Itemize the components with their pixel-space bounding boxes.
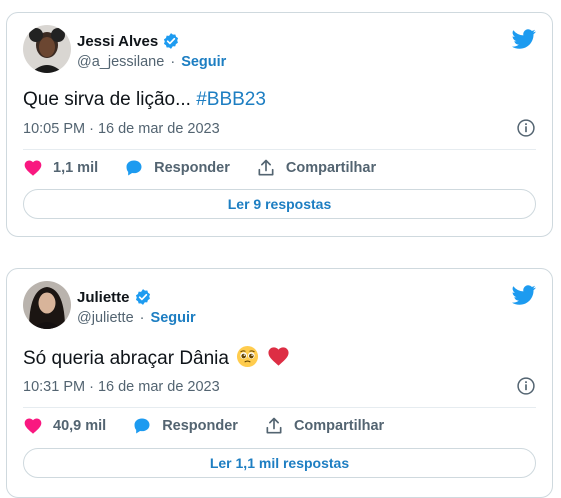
verified-badge-icon bbox=[135, 289, 150, 305]
tweet-text: Que sirva de lição... #BBB23 bbox=[23, 88, 266, 112]
read-replies-button[interactable]: Ler 9 respostas bbox=[23, 189, 536, 219]
share-label: Compartilhar bbox=[293, 418, 385, 434]
share-label: Compartilhar bbox=[285, 160, 377, 176]
share-button[interactable]: Compartilhar bbox=[264, 416, 384, 436]
tweet-actions: 40,9 mil Responder Compartilhar bbox=[23, 416, 410, 436]
heart-icon bbox=[24, 160, 42, 176]
avatar[interactable] bbox=[23, 25, 71, 73]
hashtag-link[interactable]: #BBB23 bbox=[196, 89, 266, 110]
avatar[interactable] bbox=[23, 281, 71, 329]
like-button[interactable]: 1,1 mil bbox=[23, 158, 98, 178]
speech-bubble-icon bbox=[126, 160, 142, 176]
author-info: Juliette @juliette · Seguir bbox=[77, 288, 196, 327]
separator: · bbox=[170, 54, 176, 70]
tweet-text-body: Que sirva de lição... bbox=[23, 89, 191, 110]
share-upload-icon bbox=[258, 159, 274, 176]
author-handle[interactable]: @juliette bbox=[77, 310, 134, 326]
heart-icon bbox=[24, 418, 42, 434]
author-name[interactable]: Jessi Alves bbox=[77, 33, 158, 50]
tweet-text-body: Só queria abraçar Dânia bbox=[23, 348, 229, 369]
speech-bubble-icon bbox=[134, 418, 150, 434]
verified-badge-icon bbox=[164, 33, 179, 49]
share-button[interactable]: Compartilhar bbox=[256, 158, 376, 178]
separator: · bbox=[139, 310, 145, 326]
follow-link[interactable]: Seguir bbox=[151, 310, 196, 326]
divider bbox=[23, 407, 536, 408]
twitter-bird-icon[interactable] bbox=[512, 283, 536, 307]
twitter-bird-icon[interactable] bbox=[512, 27, 536, 51]
like-count: 40,9 mil bbox=[53, 418, 107, 434]
divider bbox=[23, 149, 536, 150]
info-icon[interactable] bbox=[516, 118, 536, 138]
follow-link[interactable]: Seguir bbox=[181, 54, 226, 70]
reply-button[interactable]: Responder bbox=[124, 158, 230, 178]
tweet-text: Só queria abraçar Dânia bbox=[23, 345, 290, 371]
like-count: 1,1 mil bbox=[53, 160, 99, 176]
reply-button[interactable]: Responder bbox=[132, 416, 238, 436]
tweet-timestamp[interactable]: 10:05 PM · 16 de mar de 2023 bbox=[23, 121, 220, 137]
reply-label: Responder bbox=[162, 418, 238, 434]
red-heart-emoji-icon bbox=[267, 347, 289, 366]
author-name[interactable]: Juliette bbox=[77, 289, 130, 306]
author-info: Jessi Alves @a_jessilane · Seguir bbox=[77, 32, 226, 71]
like-button[interactable]: 40,9 mil bbox=[23, 416, 106, 436]
reply-label: Responder bbox=[154, 160, 230, 176]
pleading-face-emoji-icon bbox=[237, 345, 259, 368]
tweet-timestamp[interactable]: 10:31 PM · 16 de mar de 2023 bbox=[23, 379, 220, 395]
share-upload-icon bbox=[266, 417, 282, 434]
info-icon[interactable] bbox=[516, 376, 536, 396]
tweet-embed-card: Jessi Alves @a_jessilane · Seguir Que si… bbox=[6, 12, 553, 237]
tweet-actions: 1,1 mil Responder Compartilhar bbox=[23, 158, 402, 178]
read-replies-button[interactable]: Ler 1,1 mil respostas bbox=[23, 448, 536, 478]
author-handle[interactable]: @a_jessilane bbox=[77, 54, 164, 70]
tweet-embed-card: Juliette @juliette · Seguir Só queria ab… bbox=[6, 268, 553, 498]
